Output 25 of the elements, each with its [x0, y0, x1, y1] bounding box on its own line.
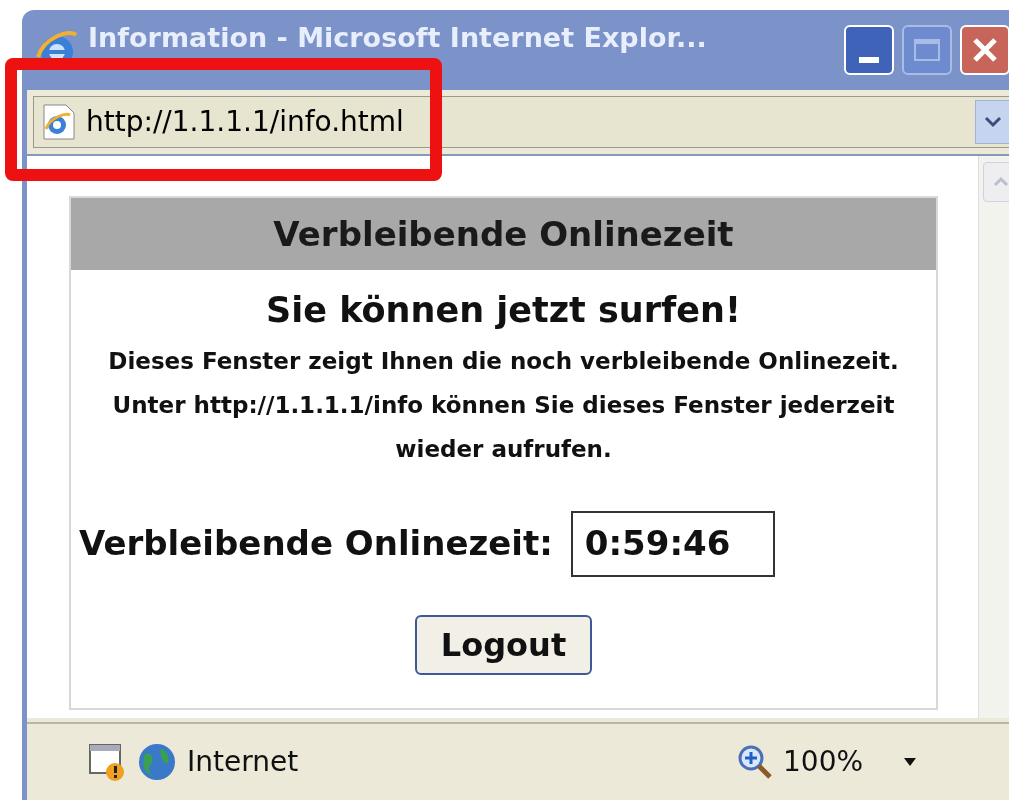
- zoom-icon: [737, 744, 773, 780]
- window-title: Information - Microsoft Internet Explor...: [88, 24, 708, 51]
- url-text: http://1.1.1.1/info.html: [86, 104, 405, 140]
- timer-field: 0:59:46: [570, 510, 775, 577]
- globe-icon: [137, 742, 177, 782]
- maximize-icon: [914, 39, 940, 61]
- page-icon: [42, 103, 76, 141]
- info-message: Dieses Fenster zeigt Ihnen die noch verbleibende Onlinezeit. Unter http://1.1.1.1/info können Sie dieses Fenster jederzeit wieder aufrufen.: [107, 346, 900, 464]
- address-bar[interactable]: http://1.1.1.1/info.html: [33, 96, 1009, 148]
- timer-label: Verbleibende Onlinezeit:: [79, 522, 553, 565]
- warning-icon: [87, 742, 127, 782]
- dropdown-button[interactable]: [975, 100, 1009, 144]
- chevron-up-icon: [992, 177, 1009, 187]
- scrollbar[interactable]: [978, 156, 1009, 718]
- minimize-button[interactable]: [844, 25, 894, 75]
- chevron-down-icon: [984, 116, 1002, 128]
- minimize-icon: [859, 57, 879, 63]
- zoom-level[interactable]: 100%: [783, 741, 864, 783]
- logout-button[interactable]: Logout: [414, 614, 593, 675]
- caret-icon[interactable]: [903, 757, 918, 767]
- close-icon: [971, 36, 999, 64]
- panel-header: Verbleibende Onlinezeit: [71, 198, 936, 270]
- close-button[interactable]: [960, 25, 1009, 75]
- zone-label: Internet: [187, 744, 300, 780]
- page-heading: Sie können jetzt surfen!: [266, 289, 741, 332]
